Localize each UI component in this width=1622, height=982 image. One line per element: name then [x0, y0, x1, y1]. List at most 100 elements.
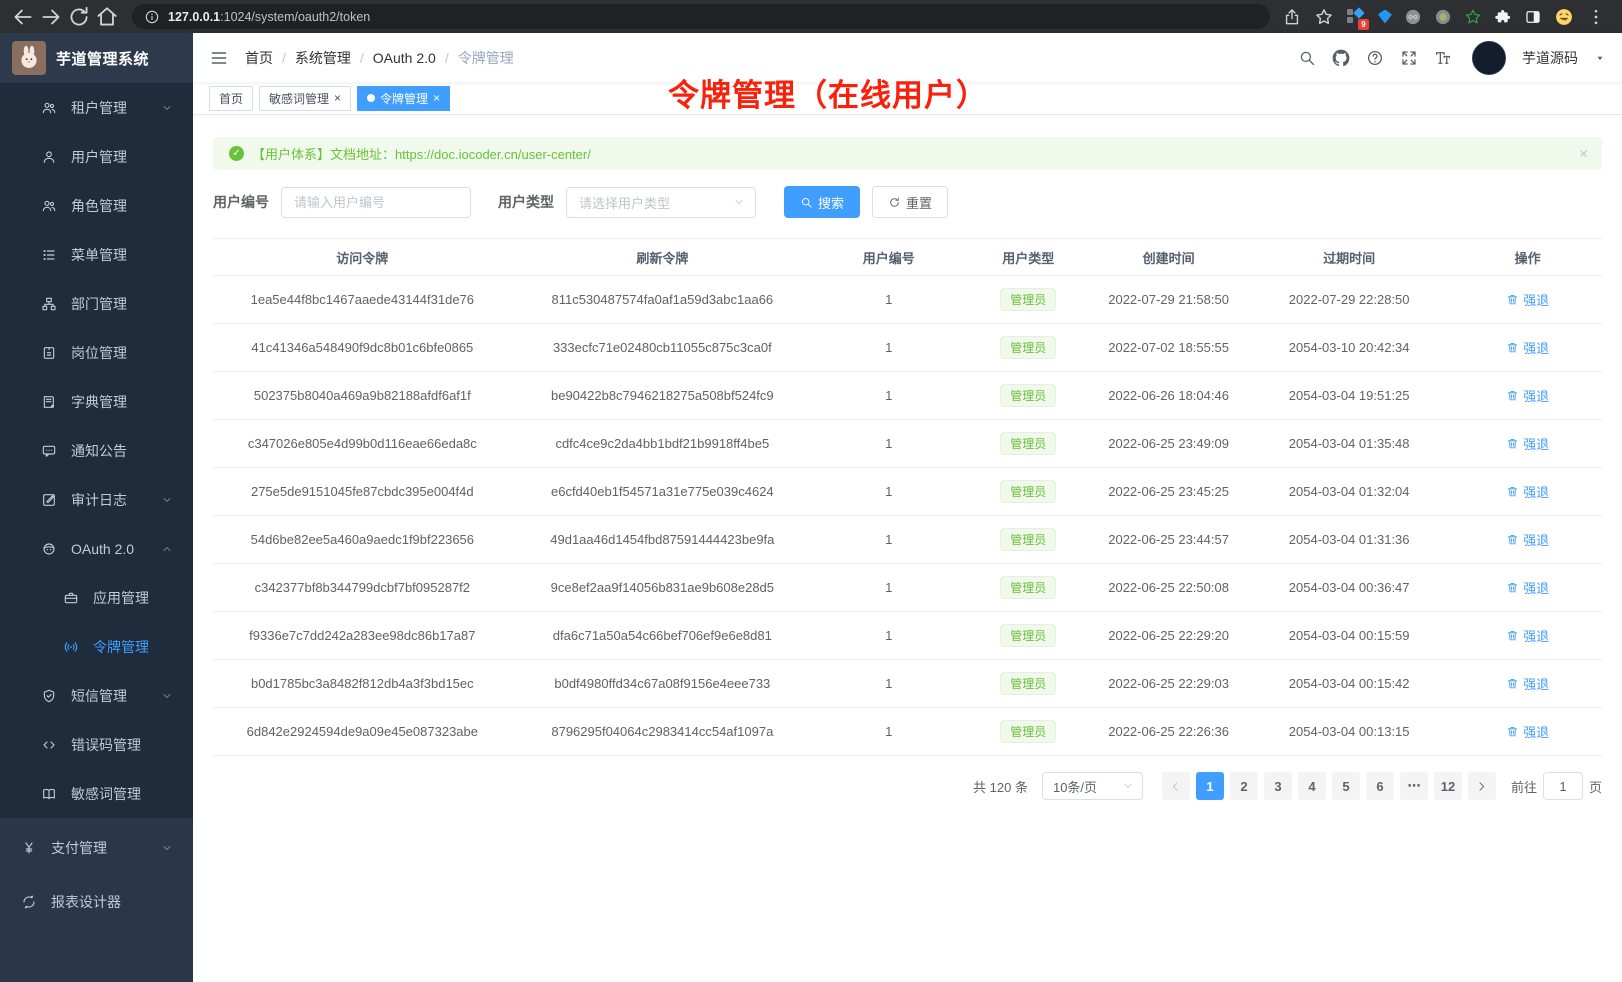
- next-page-button[interactable]: [1468, 772, 1496, 800]
- home-icon[interactable]: [94, 4, 120, 30]
- gray-circle-extension-icon[interactable]: [1404, 8, 1422, 26]
- url-text: 127.0.0.1:1024/system/oauth2/token: [168, 10, 370, 24]
- puzzle-extension-icon[interactable]: [1494, 8, 1512, 26]
- sidebar-item-oauth2-app[interactable]: 应用管理: [0, 573, 193, 622]
- breadcrumb-item[interactable]: OAuth 2.0: [373, 50, 436, 66]
- fullscreen-icon[interactable]: [1400, 49, 1418, 67]
- browser-chrome: 127.0.0.1:1024/system/oauth2/token 9: [0, 0, 1622, 33]
- force-logout-button[interactable]: 强退: [1506, 482, 1549, 501]
- address-bar[interactable]: 127.0.0.1:1024/system/oauth2/token: [132, 4, 1270, 29]
- force-logout-button[interactable]: 强退: [1506, 290, 1549, 309]
- force-logout-label: 强退: [1523, 290, 1549, 309]
- cell-user-type: 管理员: [964, 564, 1092, 612]
- force-logout-button[interactable]: 强退: [1506, 386, 1549, 405]
- tab-令牌管理[interactable]: 令牌管理×: [357, 86, 450, 111]
- search-icon[interactable]: [1298, 49, 1316, 67]
- edit-icon: [41, 492, 57, 508]
- sidebar-item-label: OAuth 2.0: [71, 541, 134, 557]
- pager-page-3[interactable]: 3: [1264, 772, 1292, 800]
- browser-menu-icon[interactable]: [1586, 7, 1606, 27]
- goto-prefix: 前往: [1511, 777, 1537, 796]
- cell-actions: 强退: [1453, 324, 1602, 372]
- sidebar-item-sms[interactable]: 短信管理: [0, 671, 193, 720]
- force-logout-button[interactable]: 强退: [1506, 530, 1549, 549]
- cell-refresh-token: b0df4980ffd34c67a08f9156e4eee733: [512, 660, 813, 708]
- sidebar-item-report[interactable]: 报表设计器: [0, 877, 193, 926]
- sidebar-item-role[interactable]: 角色管理: [0, 181, 193, 230]
- sidebar-item-pay[interactable]: 支付管理: [0, 823, 193, 872]
- sidebar-item-notice[interactable]: 通知公告: [0, 426, 193, 475]
- sidebar-collapse-icon[interactable]: [209, 48, 229, 68]
- green-star-extension-icon[interactable]: [1464, 8, 1482, 26]
- tab-敏感词管理[interactable]: 敏感词管理×: [259, 86, 351, 111]
- column-header: 刷新令牌: [512, 239, 813, 276]
- green-circle-extension-icon[interactable]: [1434, 8, 1452, 26]
- force-logout-button[interactable]: 强退: [1506, 674, 1549, 693]
- goto-page-input[interactable]: [1543, 772, 1583, 800]
- site-info-icon[interactable]: [144, 9, 160, 25]
- username[interactable]: 芋道源码: [1522, 48, 1578, 68]
- sidebar-item-oauth2[interactable]: OAuth 2.0: [0, 524, 193, 573]
- user-type-badge: 管理员: [1000, 288, 1056, 311]
- user-avatar[interactable]: [1472, 41, 1506, 75]
- sidebar-item-dept[interactable]: 部门管理: [0, 279, 193, 328]
- sidebar-item-sensitive[interactable]: 敏感词管理: [0, 769, 193, 818]
- font-size-icon[interactable]: [1434, 49, 1452, 67]
- tab-close-icon[interactable]: ×: [334, 92, 341, 104]
- profile-emoji-icon[interactable]: [1554, 7, 1574, 27]
- tab-close-icon[interactable]: ×: [433, 92, 440, 104]
- split-screen-icon[interactable]: [1524, 8, 1542, 26]
- sidebar-item-tenant[interactable]: 租户管理: [0, 83, 193, 132]
- extension-badge: 9: [1358, 19, 1369, 30]
- forward-icon[interactable]: [38, 4, 64, 30]
- pager-page-4[interactable]: 4: [1298, 772, 1326, 800]
- pagination: 共 120 条 10条/页 123456⋯12 前往 页: [213, 772, 1602, 800]
- chevron-down-icon[interactable]: [1594, 52, 1606, 64]
- cell-refresh-token: e6cfd40eb1f54571a31e775e039c4624: [512, 468, 813, 516]
- prev-page-button[interactable]: [1162, 772, 1190, 800]
- cell-user-id: 1: [813, 372, 964, 420]
- sidebar-item-oauth2-token[interactable]: 令牌管理: [0, 622, 193, 671]
- force-logout-button[interactable]: 强退: [1506, 626, 1549, 645]
- sidebar-item-post[interactable]: 岗位管理: [0, 328, 193, 377]
- force-logout-button[interactable]: 强退: [1506, 578, 1549, 597]
- reset-button[interactable]: 重置: [872, 186, 948, 218]
- tab-首页[interactable]: 首页: [209, 86, 253, 111]
- doc-link[interactable]: https://doc.iocoder.cn/user-center/: [395, 147, 591, 162]
- breadcrumb-item[interactable]: 系统管理: [295, 48, 351, 68]
- reload-icon[interactable]: [66, 4, 92, 30]
- cell-actions: 强退: [1453, 612, 1602, 660]
- cell-actions: 强退: [1453, 420, 1602, 468]
- alert-close-icon[interactable]: ×: [1579, 145, 1588, 162]
- sidebar-item-dict[interactable]: 字典管理: [0, 377, 193, 426]
- pager-more-button[interactable]: ⋯: [1400, 772, 1428, 800]
- extension-grid-icon[interactable]: 9: [1346, 8, 1366, 26]
- pager-page-2[interactable]: 2: [1230, 772, 1258, 800]
- user-type-select[interactable]: 请选择用户类型: [566, 187, 756, 218]
- help-icon[interactable]: [1366, 49, 1384, 67]
- pager-page-1[interactable]: 1: [1196, 772, 1224, 800]
- chevron-down-icon: [161, 102, 173, 114]
- back-icon[interactable]: [10, 4, 36, 30]
- sidebar-item-user[interactable]: 用户管理: [0, 132, 193, 181]
- force-logout-button[interactable]: 强退: [1506, 434, 1549, 453]
- pager-page-6[interactable]: 6: [1366, 772, 1394, 800]
- github-icon[interactable]: [1332, 49, 1350, 67]
- trash-icon: [1506, 485, 1519, 498]
- page-size-select[interactable]: 10条/页: [1042, 772, 1143, 800]
- force-logout-button[interactable]: 强退: [1506, 722, 1549, 741]
- sidebar-item-audit[interactable]: 审计日志: [0, 475, 193, 524]
- share-icon[interactable]: [1282, 7, 1302, 27]
- search-button[interactable]: 搜索: [784, 186, 860, 218]
- user-id-input[interactable]: [281, 187, 471, 218]
- sidebar-item-menu[interactable]: 菜单管理: [0, 230, 193, 279]
- breadcrumb-item[interactable]: 首页: [245, 48, 273, 68]
- cell-user-id: 1: [813, 612, 964, 660]
- pager-page-5[interactable]: 5: [1332, 772, 1360, 800]
- gem-extension-icon[interactable]: [1378, 10, 1392, 24]
- force-logout-button[interactable]: 强退: [1506, 338, 1549, 357]
- app-logo[interactable]: 芋道管理系统: [0, 33, 193, 83]
- pager-page-12[interactable]: 12: [1434, 772, 1462, 800]
- bookmark-star-icon[interactable]: [1314, 7, 1334, 27]
- sidebar-item-errcode[interactable]: 错误码管理: [0, 720, 193, 769]
